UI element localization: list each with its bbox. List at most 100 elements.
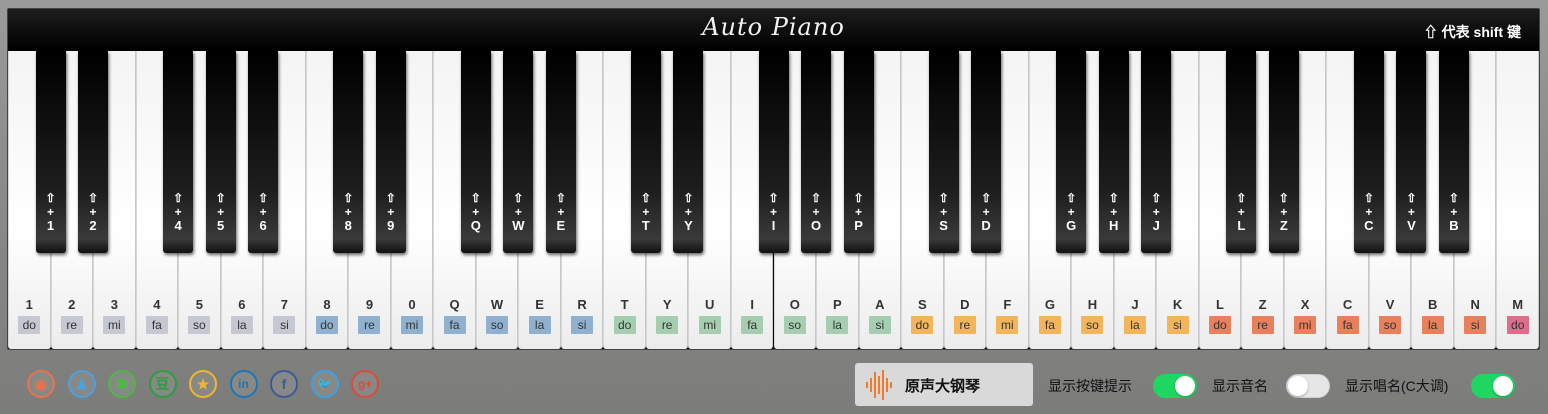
black-key-shift: ⇧ <box>555 191 566 205</box>
white-key-note: re <box>1251 316 1274 334</box>
white-key-note: la <box>1421 316 1444 334</box>
black-key[interactable]: ⇧ + D <box>971 51 1002 253</box>
white-key-note: mi <box>103 316 126 334</box>
white-key-note: si <box>1464 316 1487 334</box>
white-key-note: so <box>486 316 509 334</box>
qzone-icon[interactable]: ★ <box>189 370 217 398</box>
black-key-plus: + <box>1067 205 1075 219</box>
show-key-hints-toggle[interactable] <box>1153 374 1197 398</box>
white-key-char: I <box>750 297 755 312</box>
white-key-char: X <box>1300 297 1310 312</box>
white-key-note: la <box>230 316 253 334</box>
black-key-char: C <box>1364 218 1374 233</box>
toggle-knob <box>1175 376 1195 396</box>
black-key-plus: + <box>1280 205 1288 219</box>
qq-icon[interactable]: ♟ <box>67 370 96 398</box>
toggle-knob <box>1493 376 1513 396</box>
white-key-note: la <box>826 316 849 334</box>
black-key-label: ⇧ + L <box>1226 191 1256 233</box>
show-solfege-label: 显示唱名(C大调) <box>1345 378 1449 394</box>
white-key-char: Y <box>662 297 672 312</box>
googleplus-icon[interactable]: g+ <box>351 370 379 398</box>
black-key-shift: ⇧ <box>1108 191 1119 205</box>
black-key-label: ⇧ +6 <box>248 191 278 233</box>
linkedin-icon[interactable]: in <box>229 370 258 398</box>
douban-icon[interactable]: 豆 <box>148 370 177 398</box>
white-key-char: Z <box>1258 297 1267 312</box>
black-key[interactable]: ⇧ + L <box>1226 51 1257 253</box>
white-key[interactable]: Mdo <box>1496 51 1539 349</box>
black-key-char: J <box>1152 218 1160 233</box>
black-key-char: H <box>1109 218 1119 233</box>
black-key-shift: ⇧ <box>810 191 822 205</box>
black-key[interactable]: ⇧ +4 <box>163 51 194 253</box>
black-key[interactable]: ⇧ + P <box>843 51 874 253</box>
black-key[interactable]: ⇧ + C <box>1353 51 1384 253</box>
black-key[interactable]: ⇧ + W <box>503 51 534 253</box>
black-key-label: ⇧ + Q <box>461 191 491 233</box>
black-key[interactable]: ⇧ + Q <box>460 51 491 253</box>
black-key-shift: ⇧ <box>173 191 184 205</box>
black-key-shift: ⇧ <box>853 191 864 205</box>
black-key[interactable]: ⇧ + B <box>1438 51 1469 253</box>
black-key-shift: ⇧ <box>215 191 226 205</box>
black-key[interactable]: ⇧ +1 <box>35 51 66 253</box>
white-key-note: do <box>1506 316 1529 334</box>
black-key[interactable]: ⇧ +2 <box>78 51 109 253</box>
black-key-plus: + <box>259 205 267 219</box>
white-key-note: mi <box>1294 316 1317 334</box>
black-key[interactable]: ⇧ +5 <box>205 51 236 253</box>
black-key[interactable]: ⇧ + O <box>801 51 832 253</box>
black-key-shift: ⇧ <box>1066 191 1077 205</box>
black-key[interactable]: ⇧ + I <box>758 51 789 253</box>
white-key-note: do <box>613 316 636 334</box>
white-key-char: G <box>1044 297 1055 312</box>
black-key[interactable]: ⇧ + G <box>1056 51 1087 253</box>
white-key-note: do <box>911 316 934 334</box>
wechat-icon[interactable]: ❁ <box>108 370 136 398</box>
white-key-note: re <box>358 316 381 334</box>
show-solfege-toggle[interactable] <box>1471 374 1515 398</box>
sound-select-button[interactable]: 原声大钢琴 <box>855 363 1033 406</box>
black-key-shift: ⇧ <box>343 191 354 205</box>
white-key-char: J <box>1131 297 1139 312</box>
facebook-icon[interactable]: f <box>270 370 298 398</box>
white-key-char: T <box>620 297 629 312</box>
white-key-char: 4 <box>153 297 161 312</box>
white-key-note: fa <box>1336 316 1359 334</box>
black-key[interactable]: ⇧ + E <box>545 51 576 253</box>
white-key-char: 9 <box>365 297 374 312</box>
black-key-shift: ⇧ <box>258 191 269 205</box>
black-key-char: T <box>641 218 650 233</box>
black-key[interactable]: ⇧ + S <box>928 51 959 253</box>
black-key[interactable]: ⇧ + Z <box>1268 51 1299 253</box>
show-note-names-toggle[interactable] <box>1286 374 1330 398</box>
white-key-note: do <box>1209 316 1232 334</box>
white-key-char: H <box>1087 297 1098 312</box>
black-key[interactable]: ⇧ +9 <box>375 51 406 253</box>
black-key[interactable]: ⇧ + H <box>1098 51 1129 253</box>
white-key-char: M <box>1512 297 1524 312</box>
white-key-note: so <box>188 316 211 334</box>
black-key[interactable]: ⇧ +8 <box>333 51 364 253</box>
black-key-plus: + <box>1365 205 1373 219</box>
auto-piano-logo: Auto Piano <box>702 13 845 41</box>
black-key-plus: + <box>1110 205 1118 219</box>
black-key-label: ⇧ +4 <box>163 191 193 233</box>
weibo-icon[interactable]: ◉ <box>27 370 55 398</box>
soundwave-icon <box>866 370 892 400</box>
black-key-plus: + <box>89 205 97 219</box>
black-key-label: ⇧ + E <box>546 191 576 233</box>
black-key[interactable]: ⇧ + Y <box>673 51 704 253</box>
black-key-label: ⇧ + T <box>631 191 661 233</box>
black-key[interactable]: ⇧ + J <box>1141 51 1172 253</box>
black-key[interactable]: ⇧ +6 <box>248 51 279 253</box>
black-key-label: ⇧ + P <box>844 191 874 233</box>
white-key-char: 7 <box>280 297 289 312</box>
black-key[interactable]: ⇧ + V <box>1396 51 1427 253</box>
black-key-char: Q <box>470 218 481 233</box>
white-key-note: do <box>18 316 41 334</box>
black-key[interactable]: ⇧ + T <box>630 51 661 253</box>
toggle-knob <box>1288 376 1308 396</box>
twitter-icon[interactable]: 🐦 <box>310 370 339 398</box>
